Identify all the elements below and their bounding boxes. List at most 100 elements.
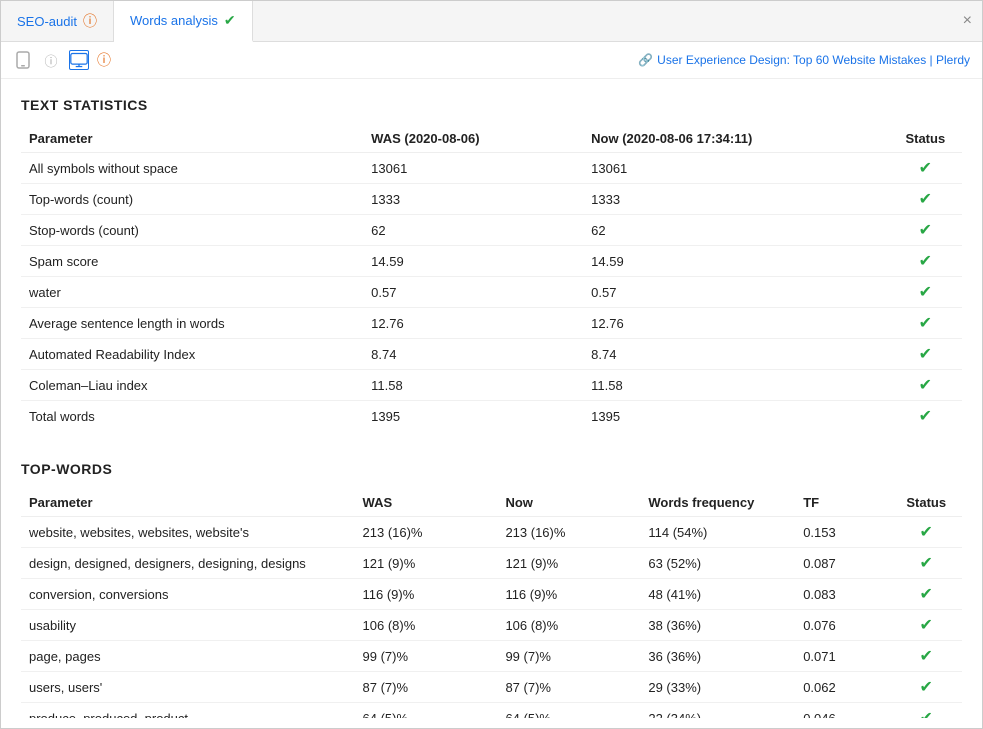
table-row: Spam score 14.59 14.59 ✔: [21, 246, 962, 277]
table-row: produce, produced, product 64 (5)% 64 (5…: [21, 703, 962, 719]
tw-status-cell: ✔: [890, 672, 962, 703]
table-row: Total words 1395 1395 ✔: [21, 401, 962, 432]
main-content: TEXT STATISTICS Parameter WAS (2020-08-0…: [1, 79, 982, 718]
now-cell: 1333: [583, 184, 889, 215]
param-cell: Stop-words (count): [21, 215, 363, 246]
tw-status-cell: ✔: [890, 610, 962, 641]
th-parameter: Parameter: [21, 125, 363, 153]
tab-bar: SEO-audit ⓘ Words analysis ✔ ×: [1, 1, 982, 42]
tw-now-cell: 213 (16)%: [497, 517, 640, 548]
was-cell: 14.59: [363, 246, 583, 277]
tw-param-cell: page, pages: [21, 641, 355, 672]
status-cell: ✔: [889, 184, 962, 215]
tw-now-cell: 87 (7)%: [497, 672, 640, 703]
tw-param-cell: design, designed, designers, designing, …: [21, 548, 355, 579]
was-cell: 12.76: [363, 308, 583, 339]
tw-freq-cell: 22 (34%): [640, 703, 795, 719]
toolbar-link[interactable]: 🔗 User Experience Design: Top 60 Website…: [638, 53, 970, 67]
seo-audit-warn-icon: ⓘ: [83, 11, 97, 31]
param-cell: Spam score: [21, 246, 363, 277]
tw-th-status: Status: [890, 489, 962, 517]
table-row: Coleman–Liau index 11.58 11.58 ✔: [21, 370, 962, 401]
check-icon: ✔: [919, 160, 932, 177]
param-cell: Automated Readability Index: [21, 339, 363, 370]
tw-tf-cell: 0.083: [795, 579, 890, 610]
was-cell: 1395: [363, 401, 583, 432]
tw-status-cell: ✔: [890, 517, 962, 548]
param-cell: Average sentence length in words: [21, 308, 363, 339]
tw-status-cell: ✔: [890, 548, 962, 579]
check-icon: ✔: [920, 524, 933, 541]
status-cell: ✔: [889, 153, 962, 184]
text-statistics-table: Parameter WAS (2020-08-06) Now (2020-08-…: [21, 125, 962, 431]
tw-now-cell: 106 (8)%: [497, 610, 640, 641]
tw-status-cell: ✔: [890, 703, 962, 719]
desktop-icon[interactable]: [69, 50, 89, 70]
status-cell: ✔: [889, 308, 962, 339]
check-icon: ✔: [919, 253, 932, 270]
check-icon: ✔: [919, 284, 932, 301]
tw-tf-cell: 0.087: [795, 548, 890, 579]
now-cell: 62: [583, 215, 889, 246]
check-icon: ✔: [920, 710, 933, 718]
tw-th-tf: TF: [795, 489, 890, 517]
tab-seo-audit[interactable]: SEO-audit ⓘ: [1, 1, 114, 41]
status-cell: ✔: [889, 277, 962, 308]
tw-freq-cell: 114 (54%): [640, 517, 795, 548]
tw-now-cell: 99 (7)%: [497, 641, 640, 672]
tw-was-cell: 64 (5)%: [355, 703, 498, 719]
tw-now-cell: 64 (5)%: [497, 703, 640, 719]
info-icon[interactable]: ⓘ: [41, 50, 61, 70]
check-icon: ✔: [919, 315, 932, 332]
th-status: Status: [889, 125, 962, 153]
tw-tf-cell: 0.062: [795, 672, 890, 703]
toolbar-warn-icon: ⓘ: [97, 50, 111, 70]
tw-th-now: Now: [497, 489, 640, 517]
tw-now-cell: 116 (9)%: [497, 579, 640, 610]
was-cell: 1333: [363, 184, 583, 215]
check-icon: ✔: [920, 555, 933, 572]
mobile-icon[interactable]: [13, 50, 33, 70]
table-row: website, websites, websites, website's 2…: [21, 517, 962, 548]
toolbar: ⓘ ⓘ 🔗 User Experience Design: Top 60 Web…: [1, 42, 982, 79]
tw-param-cell: produce, produced, product: [21, 703, 355, 719]
tw-param-cell: conversion, conversions: [21, 579, 355, 610]
close-button[interactable]: ×: [963, 12, 972, 30]
check-icon: ✔: [920, 617, 933, 634]
tw-tf-cell: 0.071: [795, 641, 890, 672]
top-words-title: TOP-WORDS: [21, 461, 962, 477]
check-icon: ✔: [920, 648, 933, 665]
table-row: users, users' 87 (7)% 87 (7)% 29 (33%) 0…: [21, 672, 962, 703]
now-cell: 8.74: [583, 339, 889, 370]
tw-was-cell: 121 (9)%: [355, 548, 498, 579]
now-cell: 14.59: [583, 246, 889, 277]
text-statistics-title: TEXT STATISTICS: [21, 97, 962, 113]
words-analysis-check-icon: ✔: [224, 12, 236, 29]
param-cell: water: [21, 277, 363, 308]
table-row: All symbols without space 13061 13061 ✔: [21, 153, 962, 184]
tw-was-cell: 106 (8)%: [355, 610, 498, 641]
tw-status-cell: ✔: [890, 641, 962, 672]
tw-th-parameter: Parameter: [21, 489, 355, 517]
tw-now-cell: 121 (9)%: [497, 548, 640, 579]
param-cell: Top-words (count): [21, 184, 363, 215]
check-icon: ✔: [919, 222, 932, 239]
content-area: TEXT STATISTICS Parameter WAS (2020-08-0…: [1, 79, 982, 718]
tw-tf-cell: 0.046: [795, 703, 890, 719]
was-cell: 62: [363, 215, 583, 246]
tw-param-cell: usability: [21, 610, 355, 641]
link-icon: 🔗: [638, 53, 653, 67]
status-cell: ✔: [889, 215, 962, 246]
was-cell: 13061: [363, 153, 583, 184]
tw-param-cell: users, users': [21, 672, 355, 703]
tab-words-analysis[interactable]: Words analysis ✔: [114, 1, 253, 42]
now-cell: 13061: [583, 153, 889, 184]
now-cell: 12.76: [583, 308, 889, 339]
tw-was-cell: 99 (7)%: [355, 641, 498, 672]
tw-freq-cell: 29 (33%): [640, 672, 795, 703]
was-cell: 11.58: [363, 370, 583, 401]
tw-was-cell: 213 (16)%: [355, 517, 498, 548]
tw-was-cell: 87 (7)%: [355, 672, 498, 703]
tw-was-cell: 116 (9)%: [355, 579, 498, 610]
param-cell: Total words: [21, 401, 363, 432]
